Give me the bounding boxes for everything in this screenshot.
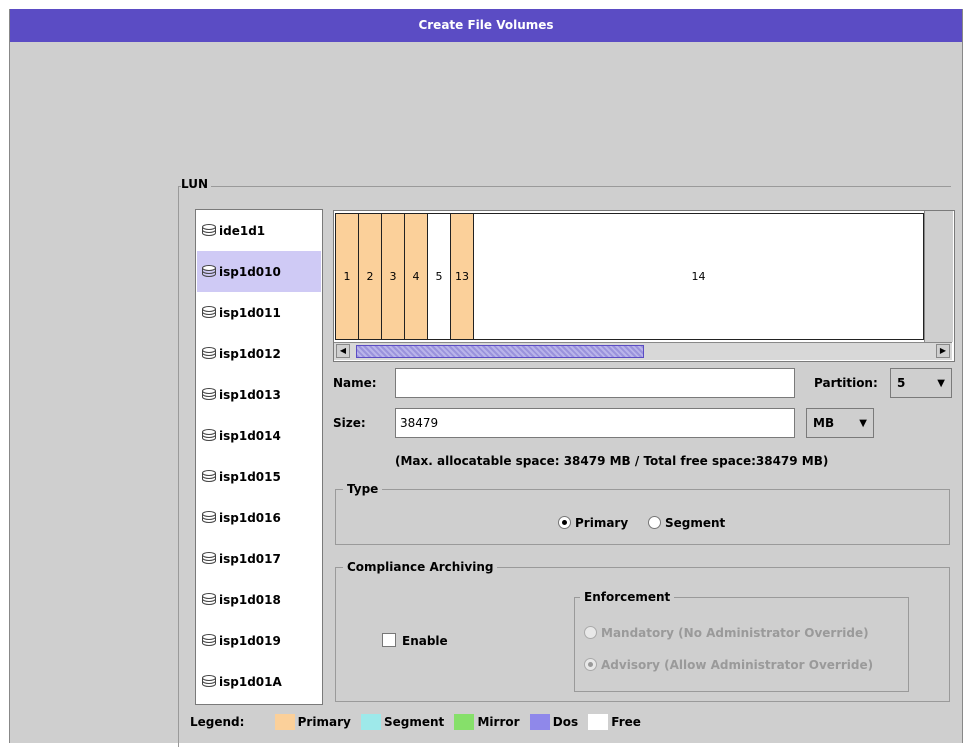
scrollbar-thumb[interactable] — [356, 345, 644, 358]
type-segment-radio[interactable]: Segment — [648, 516, 725, 530]
lun-item-label: isp1d013 — [219, 387, 281, 402]
radio-checked-icon — [584, 658, 597, 671]
partition-block[interactable]: 3 — [381, 213, 405, 340]
lun-item[interactable]: isp1d018 — [197, 579, 321, 620]
disk-icon — [201, 469, 217, 485]
enable-checkbox[interactable]: Enable — [382, 633, 448, 648]
lun-item[interactable]: isp1d017 — [197, 538, 321, 579]
enable-label: Enable — [402, 634, 448, 648]
disk-icon — [201, 346, 217, 362]
partition-select-value: 5 — [897, 376, 906, 390]
chevron-down-icon: ▼ — [859, 417, 867, 429]
partition-map: 1 2 3 4 5 13 14 ◀ ▶ — [333, 210, 955, 362]
legend: Legend: Primary Segment Mirror Dos Free — [190, 714, 641, 730]
lun-item-label: isp1d01A — [219, 674, 282, 689]
type-group — [335, 489, 950, 545]
partition-block[interactable]: 5 — [427, 213, 451, 340]
legend-item: Free — [611, 715, 641, 729]
mandatory-label: Mandatory (No Administrator Override) — [601, 626, 869, 640]
radio-icon — [584, 626, 597, 639]
horizontal-scrollbar[interactable]: ◀ ▶ — [334, 342, 952, 360]
lun-item-label: isp1d016 — [219, 510, 281, 525]
lun-item[interactable]: isp1d012 — [197, 333, 321, 374]
disk-icon — [201, 510, 217, 526]
lun-group-caption: LUN — [181, 177, 212, 191]
scroll-left-icon[interactable]: ◀ — [336, 344, 350, 358]
partition-label: Partition: — [814, 376, 878, 390]
scroll-right-icon[interactable]: ▶ — [936, 344, 950, 358]
size-label: Size: — [333, 416, 366, 430]
disk-icon — [201, 633, 217, 649]
window-title: Create File Volumes — [10, 9, 962, 42]
vertical-scrollbar[interactable] — [924, 211, 953, 342]
disk-icon — [201, 387, 217, 403]
disk-icon — [201, 592, 217, 608]
lun-item[interactable]: isp1d016 — [197, 497, 321, 538]
lun-item[interactable]: isp1d019 — [197, 620, 321, 661]
disk-icon — [201, 674, 217, 690]
mandatory-radio[interactable]: Mandatory (No Administrator Override) — [584, 626, 869, 640]
enforcement-group-caption: Enforcement — [580, 590, 675, 604]
disk-icon — [201, 264, 217, 280]
legend-item: Mirror — [477, 715, 520, 729]
legend-label: Legend: — [190, 715, 245, 729]
enforcement-group — [574, 597, 909, 692]
lun-item-label: isp1d018 — [219, 592, 281, 607]
lun-item-label: isp1d014 — [219, 428, 281, 443]
lun-list[interactable]: ide1d1 isp1d010 isp1d011 isp1d012 isp1d0… — [195, 209, 323, 705]
compliance-group-caption: Compliance Archiving — [343, 560, 498, 574]
partition-block[interactable]: 13 — [450, 213, 474, 340]
legend-item: Segment — [384, 715, 445, 729]
legend-swatch-segment — [361, 714, 381, 730]
lun-item[interactable]: isp1d011 — [197, 292, 321, 333]
name-label: Name: — [333, 376, 377, 390]
radio-icon — [648, 516, 661, 529]
name-field[interactable] — [395, 368, 795, 398]
partition-block[interactable]: 14 — [473, 213, 924, 340]
type-group-caption: Type — [343, 482, 383, 496]
lun-item[interactable]: ide1d1 — [197, 210, 321, 251]
type-primary-label: Primary — [575, 516, 629, 530]
disk-icon — [201, 305, 217, 321]
size-field[interactable] — [395, 408, 795, 438]
type-primary-radio[interactable]: Primary — [558, 516, 628, 530]
advisory-radio[interactable]: Advisory (Allow Administrator Override) — [584, 658, 873, 672]
lun-item-label: ide1d1 — [219, 223, 266, 238]
legend-swatch-mirror — [454, 714, 475, 730]
lun-item[interactable]: isp1d015 — [197, 456, 321, 497]
lun-item-label: isp1d011 — [219, 305, 281, 320]
lun-item-selected[interactable]: isp1d010 — [197, 251, 321, 292]
lun-item[interactable]: isp1d013 — [197, 374, 321, 415]
legend-swatch-free — [588, 714, 609, 730]
checkbox-icon — [382, 633, 396, 647]
chevron-down-icon: ▼ — [937, 377, 945, 389]
lun-item-label: isp1d015 — [219, 469, 281, 484]
lun-item-label: isp1d017 — [219, 551, 281, 566]
disk-icon — [201, 551, 217, 567]
legend-item: Primary — [297, 715, 351, 729]
partition-block[interactable]: 2 — [358, 213, 382, 340]
lun-item-label: isp1d010 — [219, 264, 281, 279]
type-segment-label: Segment — [665, 516, 726, 530]
legend-swatch-primary — [274, 714, 295, 730]
lun-item-label: isp1d019 — [219, 633, 281, 648]
radio-checked-icon — [558, 516, 571, 529]
size-unit-select[interactable]: MB ▼ — [806, 408, 874, 438]
disk-icon — [201, 223, 217, 239]
lun-item[interactable]: isp1d01A — [197, 661, 321, 702]
partition-block[interactable]: 1 — [335, 213, 359, 340]
lun-item[interactable]: isp1d014 — [197, 415, 321, 456]
lun-item-label: isp1d012 — [219, 346, 281, 361]
partition-select[interactable]: 5 ▼ — [890, 368, 952, 398]
space-info: (Max. allocatable space: 38479 MB / Tota… — [395, 454, 829, 468]
advisory-label: Advisory (Allow Administrator Override) — [601, 658, 874, 672]
legend-item: Dos — [552, 715, 579, 729]
disk-icon — [201, 428, 217, 444]
partition-block[interactable]: 4 — [404, 213, 428, 340]
size-unit-value: MB — [813, 416, 835, 430]
legend-swatch-dos — [529, 714, 550, 730]
